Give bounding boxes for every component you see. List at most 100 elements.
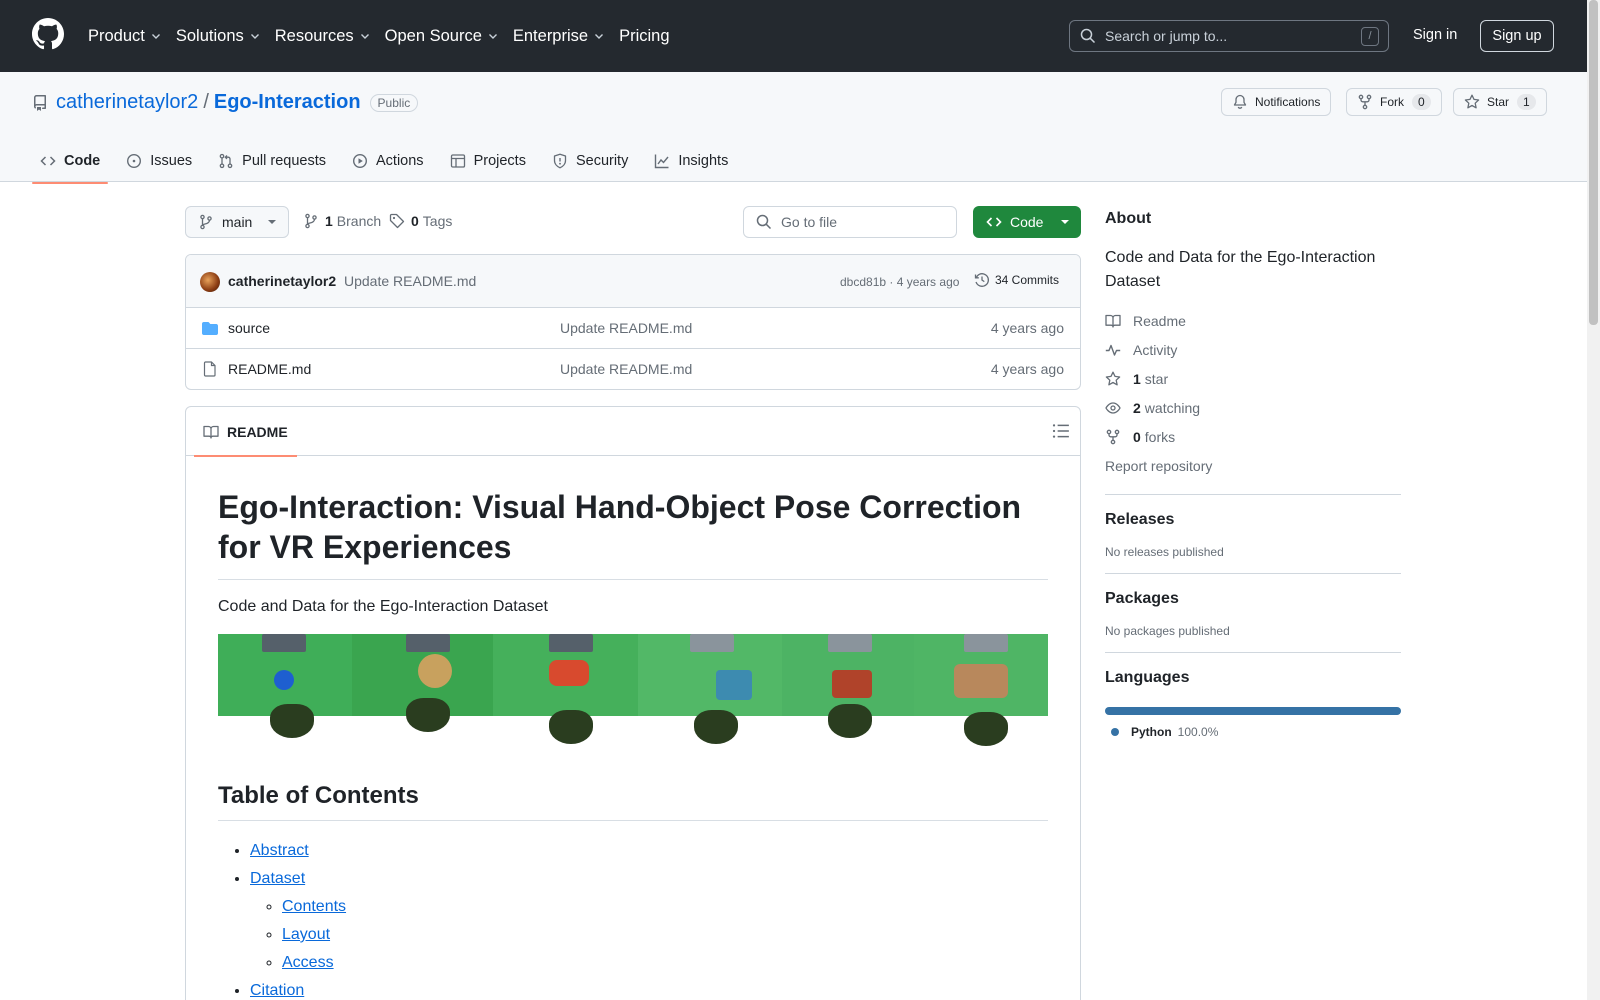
dataset-preview-image [218, 634, 1048, 752]
nav-solutions[interactable]: Solutions [176, 24, 261, 48]
language-color-dot [1111, 728, 1119, 736]
releases-heading[interactable]: Releases [1105, 511, 1401, 529]
fork-label: Fork [1380, 95, 1404, 109]
file-commit-message[interactable]: Update README.md [560, 361, 692, 377]
stars-link[interactable]: 1 star [1105, 364, 1401, 393]
code-dropdown-button[interactable]: Code [973, 206, 1081, 238]
tab-insights-label: Insights [678, 153, 729, 169]
commits-link[interactable]: 34 Commits [974, 272, 1059, 288]
notifications-button[interactable]: Notifications [1221, 88, 1332, 116]
readme-link[interactable]: Readme [1105, 306, 1401, 335]
nav-solutions-label: Solutions [175, 26, 244, 45]
tab-code[interactable]: Code [32, 140, 109, 184]
forks-link[interactable]: 0 forks [1105, 422, 1401, 451]
search-input[interactable]: Search or jump to... / [1069, 20, 1389, 52]
nav-enterprise[interactable]: Enterprise [513, 24, 605, 48]
tab-projects[interactable]: Projects [442, 140, 534, 182]
pulse-icon [1105, 344, 1121, 356]
activity-link-label: Activity [1133, 341, 1178, 358]
file-name[interactable]: source [228, 320, 270, 336]
languages-heading: Languages [1105, 669, 1190, 686]
latest-commit-row: catherinetaylor2 Update README.md dbcd81… [186, 255, 1080, 308]
nav-enterprise-label: Enterprise [512, 26, 589, 45]
notifications-label: Notifications [1255, 95, 1321, 109]
activity-link[interactable]: Activity [1105, 335, 1401, 364]
commit-sha-age[interactable]: dbcd81b · 4 years ago [840, 275, 959, 289]
nav-open-source[interactable]: Open Source [385, 24, 499, 48]
caret-down-icon [268, 220, 276, 224]
tab-pull-requests[interactable]: Pull requests [210, 140, 334, 182]
toc-link-abstract[interactable]: Abstract [250, 842, 309, 859]
packages-heading[interactable]: Packages [1105, 590, 1401, 608]
readme-intro: Code and Data for the Ego-Interaction Da… [218, 598, 548, 615]
github-logo-icon[interactable] [32, 18, 64, 50]
sign-in-link[interactable]: Sign in [1413, 27, 1457, 43]
repo-name-link[interactable]: Ego-Interaction [214, 91, 361, 114]
commit-message[interactable]: Update README.md [344, 273, 476, 289]
toc-link-dataset[interactable]: Dataset [250, 870, 305, 887]
toc-link-layout[interactable]: Layout [282, 926, 330, 943]
branch-name: main [222, 214, 253, 230]
tab-actions[interactable]: Actions [344, 140, 432, 182]
global-header: Product Solutions Resources Open Source … [0, 0, 1587, 72]
language-item[interactable]: Python 100.0% [1105, 725, 1401, 739]
chevron-down-icon [360, 34, 369, 39]
file-commit-message[interactable]: Update README.md [560, 320, 692, 336]
nav-pricing[interactable]: Pricing [619, 24, 669, 48]
tab-insights[interactable]: Insights [646, 140, 736, 182]
pull-request-icon [219, 153, 233, 169]
graph-icon [655, 154, 669, 169]
go-to-file-input[interactable]: Go to file [743, 206, 957, 238]
nav-resources[interactable]: Resources [275, 24, 371, 48]
watchers-link[interactable]: 2 watching [1105, 393, 1401, 422]
nav-product[interactable]: Product [88, 24, 162, 48]
list-item: Citation [250, 977, 1048, 1000]
readme-header: README [186, 407, 1080, 457]
chevron-down-icon [595, 34, 604, 39]
readme-panel: README Ego-Interaction: Visual Hand-Obje… [185, 406, 1081, 1000]
scrollbar-thumb[interactable] [1589, 0, 1598, 325]
fork-button[interactable]: Fork 0 [1346, 88, 1442, 116]
repo-icon [34, 94, 46, 111]
commit-author[interactable]: catherinetaylor2 [228, 273, 336, 289]
report-repository-link[interactable]: Report repository [1105, 451, 1401, 480]
tab-security[interactable]: Security [544, 140, 636, 182]
stars-count: 1 [1133, 370, 1141, 387]
repo-sidebar: About Code and Data for the Ego-Interact… [1105, 210, 1401, 739]
page-scrollbar[interactable] [1587, 0, 1600, 1000]
star-button[interactable]: Star 1 [1453, 88, 1547, 116]
list-item: Layout [282, 921, 1048, 949]
releases-empty: No releases published [1105, 545, 1224, 559]
repo-owner-link[interactable]: catherinetaylor2 [56, 91, 198, 114]
preview-frame [218, 634, 353, 752]
tab-security-label: Security [575, 153, 629, 169]
language-percent: 100.0% [1177, 725, 1219, 739]
language-bar [1105, 707, 1401, 715]
preview-frame [782, 634, 914, 752]
readme-tab[interactable]: README [194, 407, 297, 457]
language-name: Python [1131, 725, 1172, 739]
divider [1105, 494, 1401, 495]
watching-label: watching [1144, 399, 1201, 416]
toc-heading: Table of Contents [218, 782, 1048, 821]
toc-link-citation[interactable]: Citation [250, 982, 304, 999]
visibility-badge: Public [369, 93, 419, 112]
file-name[interactable]: README.md [228, 361, 311, 377]
fork-icon [1106, 429, 1120, 444]
table-row[interactable]: README.md Update README.md 4 years ago [186, 349, 1080, 389]
eye-icon [1105, 401, 1121, 414]
tags-link[interactable]: 0 Tags [389, 213, 452, 229]
code-icon [40, 156, 56, 166]
toc-link-contents[interactable]: Contents [282, 898, 346, 915]
avatar[interactable] [200, 272, 220, 292]
table-row[interactable]: source Update README.md 4 years ago [186, 308, 1080, 349]
branches-link[interactable]: 1 Branch [303, 213, 381, 229]
list-icon[interactable] [1052, 422, 1070, 440]
list-item: Dataset Contents Layout Access [250, 865, 1048, 977]
stars-label: star [1144, 370, 1169, 387]
branch-selector[interactable]: main [185, 206, 289, 238]
fork-icon [1358, 94, 1372, 110]
tab-issues[interactable]: Issues [118, 140, 200, 182]
sign-up-button[interactable]: Sign up [1480, 20, 1554, 52]
toc-link-access[interactable]: Access [282, 954, 334, 971]
